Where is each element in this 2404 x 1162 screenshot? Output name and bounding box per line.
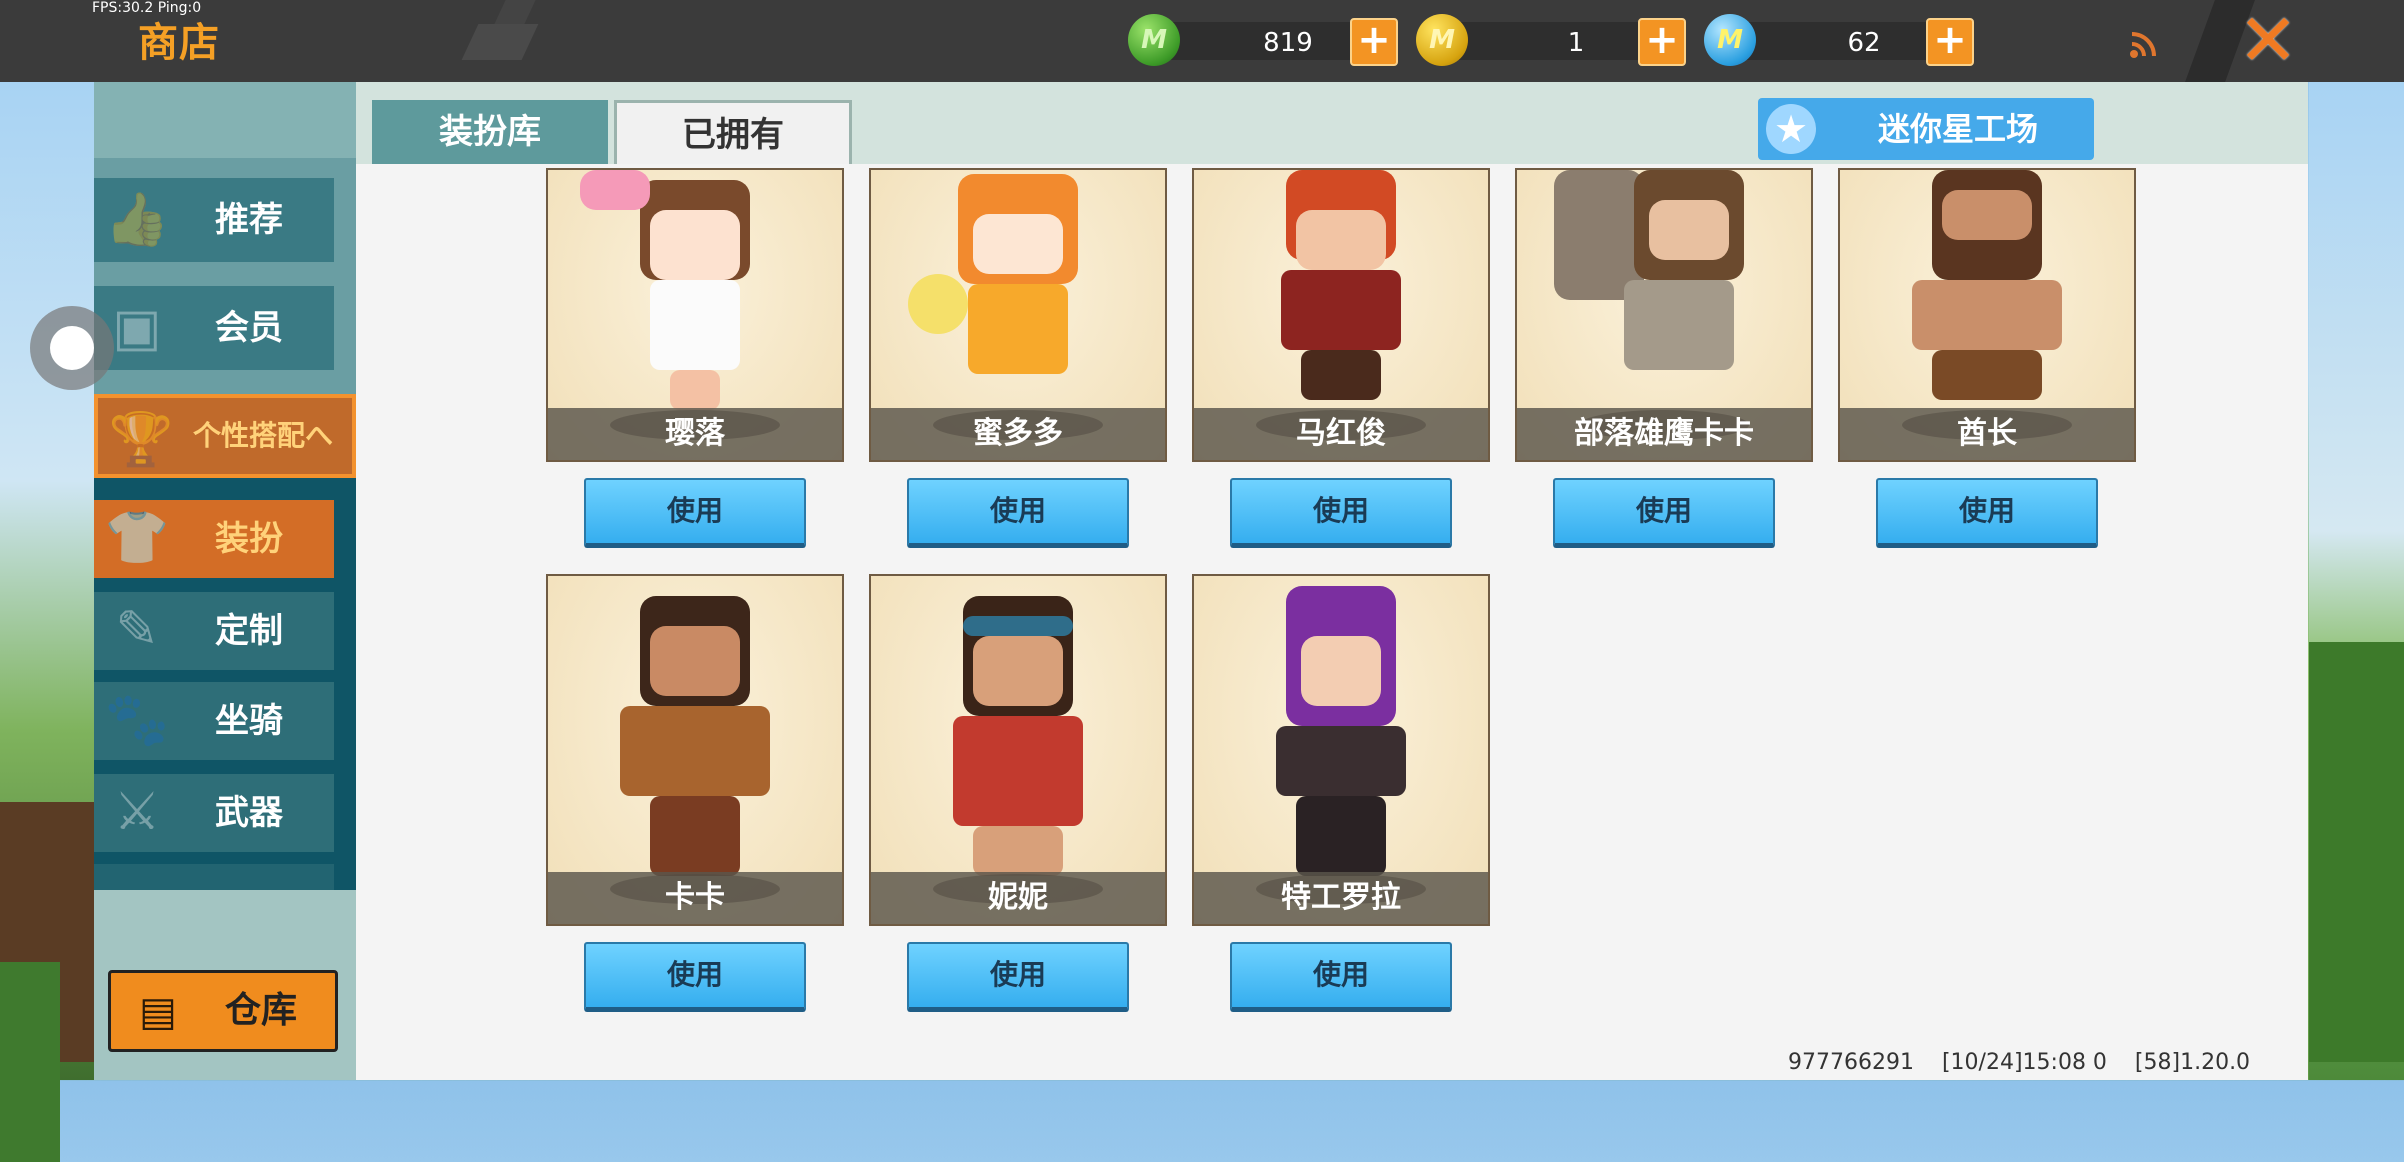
mini-coin-icon: M — [1704, 14, 1756, 66]
skin-name: 卡卡 — [548, 872, 842, 924]
top-bar: FPS:30.2 Ping:0 商店 M 819 + M 1 + M 62 + … — [0, 0, 2404, 82]
floating-assist-ball[interactable] — [30, 306, 114, 390]
coin-count: 1 — [1567, 28, 1585, 58]
coin-icon: M — [1416, 14, 1468, 66]
sidebar-item-style[interactable]: 🏆 个性搭配へ — [94, 394, 356, 478]
use-button[interactable]: 使用 — [584, 942, 806, 1012]
tab-outfit-library[interactable]: 装扮库 — [372, 100, 608, 164]
skin-card[interactable]: 酋长 — [1838, 168, 2136, 462]
skin-card[interactable]: 特工罗拉 — [1192, 574, 1490, 926]
pencil-icon: ✎ — [115, 600, 159, 660]
use-button[interactable]: 使用 — [907, 942, 1129, 1012]
skin-card[interactable]: 蜜多多 — [869, 168, 1167, 462]
use-button[interactable]: 使用 — [1230, 478, 1452, 548]
skin-card[interactable]: 马红俊 — [1192, 168, 1490, 462]
mount-icon: 🐾 — [104, 690, 170, 750]
skin-grid: 璎落 蜜多多 马红俊 部落雄鹰卡卡 酋长 使用 使用 使用 使用 使用 卡卡 妮… — [356, 164, 2308, 1080]
skin-name: 部落雄鹰卡卡 — [1517, 408, 1811, 460]
use-button[interactable]: 使用 — [584, 478, 806, 548]
sidebar-subitem-custom[interactable]: ✎ 定制 — [94, 592, 334, 670]
version: [58]1.20.0 — [2134, 1050, 2251, 1075]
skin-name: 酋长 — [1840, 408, 2134, 460]
mini-coin-count: 62 — [1847, 28, 1881, 58]
datetime: [10/24]15:08 0 — [1941, 1050, 2107, 1075]
currency-gem: M 819 + — [1128, 14, 1428, 68]
add-gem-button[interactable]: + — [1350, 18, 1398, 66]
star-icon: ★ — [1766, 104, 1816, 154]
skin-name: 璎落 — [548, 408, 842, 460]
gun-icon: ⚔ — [113, 782, 161, 842]
skin-name: 特工罗拉 — [1194, 872, 1488, 924]
scenery-right — [2309, 82, 2404, 1080]
sidebar-overflow-item — [94, 864, 334, 890]
mini-workshop-button[interactable]: ★ 迷你星工场 — [1758, 98, 2094, 160]
chest-icon: ▤ — [139, 989, 177, 1035]
skin-card[interactable]: 卡卡 — [546, 574, 844, 926]
skin-name: 马红俊 — [1194, 408, 1488, 460]
scenery-left — [0, 82, 95, 1162]
skin-card[interactable]: 妮妮 — [869, 574, 1167, 926]
add-coin-button[interactable]: + — [1638, 18, 1686, 66]
storage-button[interactable]: ▤ 仓库 — [108, 970, 338, 1052]
skin-card[interactable]: 璎落 — [546, 168, 844, 462]
currency-coin: M 1 + — [1416, 14, 1716, 68]
gem-count: 819 — [1263, 28, 1313, 58]
skin-card[interactable]: 部落雄鹰卡卡 — [1515, 168, 1813, 462]
sidebar-subitem-weapon[interactable]: ⚔ 武器 — [94, 774, 334, 852]
gem-icon: M — [1128, 14, 1180, 66]
shirt-icon: 👕 — [104, 508, 170, 568]
signal-icon — [2128, 30, 2164, 60]
use-button[interactable]: 使用 — [1553, 478, 1775, 548]
sidebar-item-vip[interactable]: ▣ 会员 — [94, 286, 334, 370]
use-button[interactable]: 使用 — [907, 478, 1129, 548]
tab-owned[interactable]: 已拥有 — [614, 100, 852, 164]
user-id: 977766291 — [1788, 1050, 1914, 1075]
skin-name: 妮妮 — [871, 872, 1165, 924]
sidebar-item-recommend[interactable]: 👍 推荐 — [94, 178, 334, 262]
sidebar-subitem-mount[interactable]: 🐾 坐骑 — [94, 682, 334, 760]
currency-mini: M 62 + — [1704, 14, 2004, 68]
footer-info: 977766291 [10/24]15:08 0 [58]1.20.0 — [1788, 1050, 2250, 1075]
page-title: 商店 — [138, 20, 220, 66]
close-button[interactable]: ✕ — [2236, 4, 2300, 76]
skin-name: 蜜多多 — [871, 408, 1165, 460]
thumbs-up-icon: 👍 — [104, 190, 170, 250]
shop-panel: 装扮库 已拥有 ★ 迷你星工场 璎落 蜜多多 马红俊 部落雄鹰卡卡 酋长 使用 … — [356, 82, 2308, 1080]
trophy-icon: 🏆 — [108, 410, 174, 470]
use-button[interactable]: 使用 — [1230, 942, 1452, 1012]
sidebar-subitem-outfit[interactable]: 👕 装扮 — [94, 500, 334, 578]
add-mini-coin-button[interactable]: + — [1926, 18, 1974, 66]
sidebar: 👍 推荐 ▣ 会员 🏆 个性搭配へ 👕 装扮 ✎ 定制 🐾 坐骑 ⚔ 武器 ▤ … — [94, 82, 356, 1080]
use-button[interactable]: 使用 — [1876, 478, 2098, 548]
